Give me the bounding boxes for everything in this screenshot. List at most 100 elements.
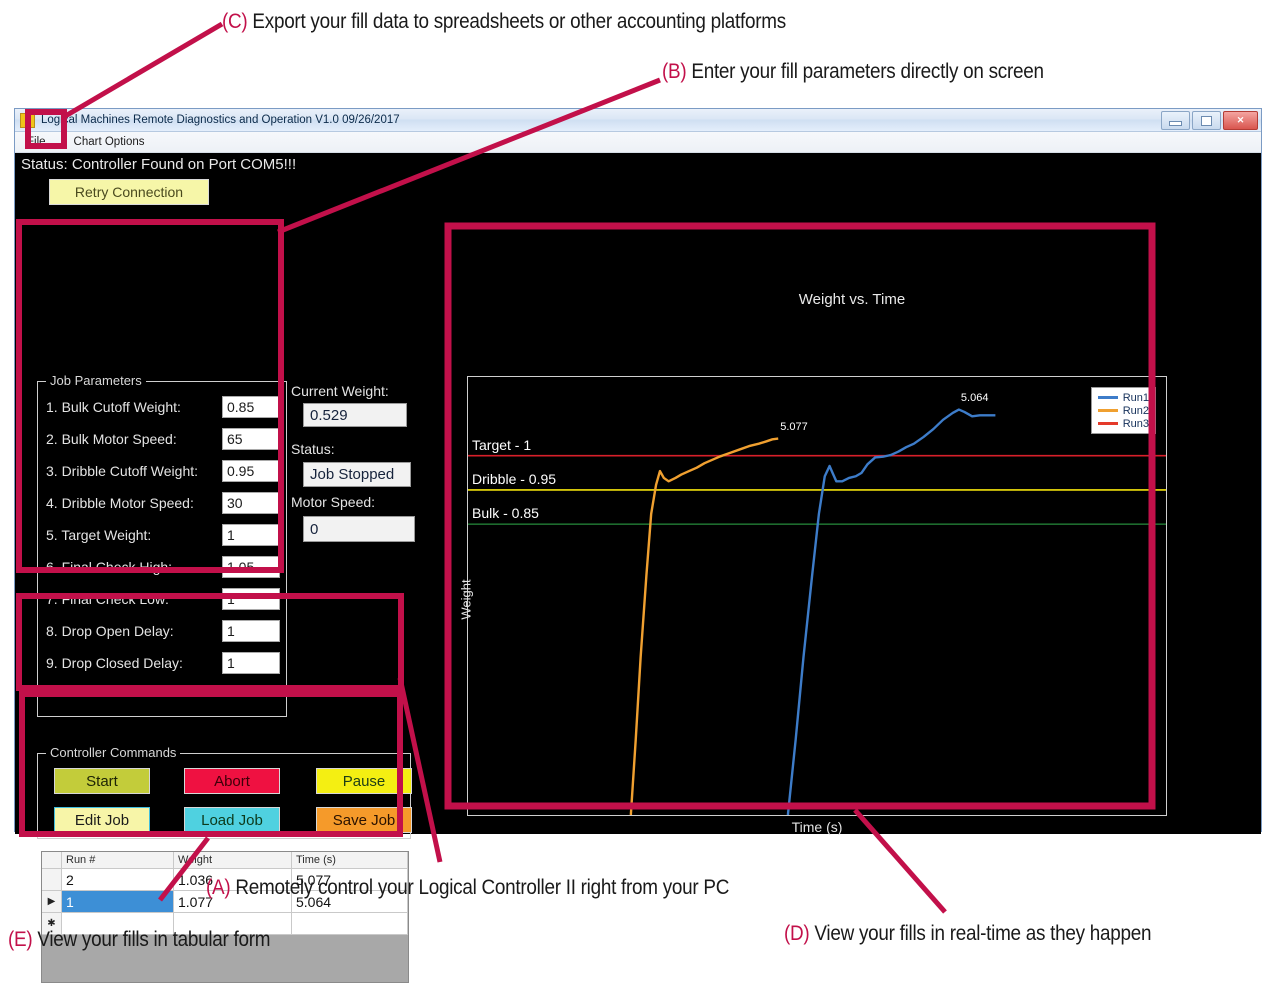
param-input-drop-closed-delay[interactable]: 1 [222,652,280,674]
app-icon [20,112,35,128]
callout-b-text: Enter your fill parameters directly on s… [691,60,1044,83]
motor-speed-label: Motor Speed: [291,494,376,510]
callout-a-tag: (A) [206,876,231,899]
minimize-button[interactable] [1161,111,1190,130]
param-input-drop-open-delay[interactable]: 1 [222,620,280,642]
series-end-label-run2: 5.077 [780,420,808,433]
param-label-bulk-cutoff-weight: 1. Bulk Cutoff Weight: [46,399,181,415]
legend-entry-run3: Run3 [1097,417,1149,430]
legend-entry-run2: Run2 [1097,404,1149,417]
param-row-2: 2. Bulk Motor Speed: 65 [46,426,280,452]
chart-x-axis-label: Time (s) [791,819,843,835]
chart-legend: Run1 Run2 Run3 [1090,387,1156,434]
param-input-target-weight[interactable]: 1 [222,524,280,546]
param-label-dribble-motor-speed: 4. Dribble Motor Speed: [46,495,194,511]
param-row-1: 1. Bulk Cutoff Weight: 0.85 [46,394,280,420]
minimize-icon [1169,121,1182,126]
load-job-button[interactable]: Load Job [184,807,280,833]
close-button[interactable]: ✕ [1223,111,1258,130]
maximize-button[interactable] [1192,111,1221,130]
save-job-button[interactable]: Save Job [316,807,412,833]
chart-plot-area[interactable]: Weight Time (s) Run1 Run2 Run3 Target - … [459,376,1167,835]
retry-connection-button[interactable]: Retry Connection [49,179,209,205]
legend-entry-run1: Run1 [1097,391,1149,404]
status-readout-value: Job Stopped [303,462,411,487]
param-row-3: 3. Dribble Cutoff Weight: 0.95 [46,458,280,484]
legend-swatch-run2 [1097,409,1118,412]
callout-e-tag: (E) [8,928,33,951]
param-row-7: 7. Final Check Low: 1 [46,586,280,612]
param-row-5: 5. Target Weight: 1 [46,522,280,548]
controller-commands-group: Controller Commands Start Abort Pause Ed… [37,745,412,839]
reference-line-label-0: Target - 1 [472,436,532,453]
application-body: Status: Controller Found on Port COM5!!!… [15,153,1261,983]
current-weight-label: Current Weight: [291,383,389,399]
param-input-dribble-cutoff-weight[interactable]: 0.95 [222,460,280,482]
motor-speed-value: 0 [303,516,415,542]
menu-item-file[interactable]: File [21,134,52,150]
column-header-run[interactable]: Run # [62,852,174,868]
column-header-time[interactable]: Time (s) [292,852,408,868]
param-input-bulk-motor-speed[interactable]: 65 [222,428,280,450]
callout-a: (A) Remotely control your Logical Contro… [206,876,729,900]
callout-d-text: View your fills in real-time as they hap… [814,922,1152,945]
controller-commands-legend: Controller Commands [46,745,181,760]
param-row-9: 9. Drop Closed Delay: 1 [46,650,280,676]
callout-a-text: Remotely control your Logical Controller… [235,876,730,899]
callout-e-text: View your fills in tabular form [37,928,271,951]
param-input-final-check-high[interactable]: 1.05 [222,556,280,578]
window-controls: ✕ [1161,111,1258,130]
weight-vs-time-chart[interactable]: Weight vs. Time Weight Time (s) Run1 Run… [453,281,1251,835]
abort-button[interactable]: Abort [184,768,280,794]
reference-line-label-2: Bulk - 0.85 [472,505,539,522]
series-line-run1 [788,410,996,815]
status-readout-label: Status: [291,441,335,457]
edit-job-button[interactable]: Edit Job [54,807,150,833]
callout-b-tag: (B) [662,60,687,83]
column-header-weight[interactable]: Weight [174,852,292,868]
cell-run[interactable]: 2 [62,869,174,890]
row-selector-header [42,852,62,868]
callout-c: (C) Export your fill data to spreadsheet… [222,10,786,34]
status-line: Status: Controller Found on Port COM5!!! [21,156,297,173]
pause-button[interactable]: Pause [316,768,412,794]
cell-time[interactable] [292,913,408,934]
param-row-4: 4. Dribble Motor Speed: 30 [46,490,280,516]
row-marker-current[interactable]: ▶ [42,891,62,912]
legend-label-run2: Run2 [1122,404,1149,417]
menu-item-chart-options[interactable]: Chart Options [68,134,151,150]
param-label-bulk-motor-speed: 2. Bulk Motor Speed: [46,431,177,447]
callout-d-tag: (D) [784,922,810,945]
series-end-label-run1: 5.064 [960,391,989,404]
callout-c-tag: (C) [222,10,248,33]
legend-label-run1: Run1 [1122,391,1149,404]
callout-b: (B) Enter your fill parameters directly … [662,60,1044,84]
current-weight-value: 0.529 [303,403,407,427]
title-bar: Logical Machines Remote Diagnostics and … [15,109,1261,132]
job-parameters-group: Job Parameters 1. Bulk Cutoff Weight: 0.… [37,373,287,717]
param-label-drop-closed-delay: 9. Drop Closed Delay: [46,655,183,671]
cell-run[interactable]: 1 [62,891,174,912]
callout-d: (D) View your fills in real-time as they… [784,922,1152,946]
param-input-bulk-cutoff-weight[interactable]: 0.85 [222,396,280,418]
reference-line-label-1: Dribble - 0.95 [472,470,557,487]
runs-table[interactable]: Run # Weight Time (s) 2 1.036 5.077 ▶ 1 … [41,851,409,983]
param-row-8: 8. Drop Open Delay: 1 [46,618,280,644]
legend-swatch-run1 [1097,396,1118,399]
application-window: Logical Machines Remote Diagnostics and … [14,108,1262,983]
param-label-final-check-low: 7. Final Check Low: [46,591,169,607]
param-row-6: 6. Final Check High: 1.05 [46,554,280,580]
param-input-dribble-motor-speed[interactable]: 30 [222,492,280,514]
row-marker[interactable] [42,869,62,890]
table-header-row: Run # Weight Time (s) [42,852,408,869]
chart-title: Weight vs. Time [798,291,906,308]
param-label-final-check-high: 6. Final Check High: [46,559,173,575]
param-input-final-check-low[interactable]: 1 [222,588,280,610]
chart-y-axis-label: Weight [458,579,474,620]
start-button[interactable]: Start [54,768,150,794]
legend-label-run3: Run3 [1122,417,1149,430]
job-parameters-legend: Job Parameters [46,373,146,388]
chart-series-layer [468,377,1166,815]
series-line-run2 [631,439,778,815]
param-label-drop-open-delay: 8. Drop Open Delay: [46,623,174,639]
